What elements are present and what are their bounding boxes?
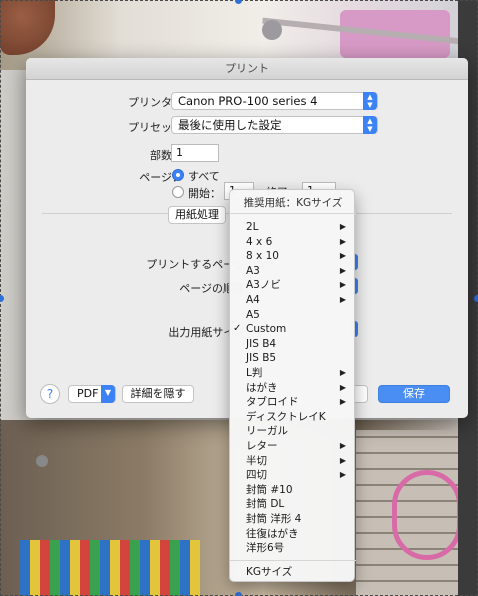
chevron-down-icon: ▼ xyxy=(101,385,115,403)
menu-item-label: はがき xyxy=(246,381,278,394)
submenu-arrow-icon: ▶ xyxy=(339,470,346,480)
menu-item[interactable]: A4 ▶ xyxy=(230,293,356,308)
submenu-arrow-icon: ▶ xyxy=(339,455,346,465)
menu-item[interactable]: リーガル xyxy=(230,424,356,439)
menu-item-label: A5 xyxy=(246,308,260,321)
menu-item-label: 洋形6号 xyxy=(246,542,285,555)
menu-item-label: 4 x 6 xyxy=(246,235,273,248)
menu-item-label: 封筒 洋形 4 xyxy=(246,513,302,525)
menu-item[interactable]: 封筒 #10 xyxy=(230,483,356,498)
submenu-arrow-icon: ▶ xyxy=(339,295,346,304)
menu-item[interactable]: JIS B5 xyxy=(230,351,356,366)
paper-handling-select[interactable]: 用紙処理 xyxy=(168,206,226,224)
menu-item[interactable]: 封筒 洋形 4 xyxy=(230,512,356,527)
submenu-arrow-icon: ▶ xyxy=(339,368,346,377)
menu-item[interactable]: 四切 ▶ xyxy=(230,468,356,483)
menu-item-label: L判 xyxy=(246,367,263,379)
menu-item[interactable]: JIS B4 xyxy=(230,337,356,352)
menu-item[interactable]: L判 ▶ xyxy=(230,366,356,381)
pages-all-radio[interactable] xyxy=(172,169,184,181)
menu-item[interactable]: A3 ▶ xyxy=(230,264,356,279)
submenu-arrow-icon: ▶ xyxy=(339,382,346,392)
submenu-arrow-icon: ▶ xyxy=(339,236,346,246)
submenu-arrow-icon: ▶ xyxy=(339,265,346,275)
pages-all-label: すべて xyxy=(188,170,220,183)
pages-from-label: 開始： xyxy=(188,187,221,200)
pdf-label: PDF xyxy=(77,387,99,400)
hide-details-button[interactable]: 詳細を隠す xyxy=(122,385,194,403)
menu-item-label: 8 x 10 xyxy=(246,250,279,263)
paper-size-menu: 推奨用紙：KGサイズ 2L ▶ 4 x 6 ▶ 8 x 10 ▶ A3 ▶ A3ノビ ▶ A4 ▶ A5… xyxy=(229,189,356,582)
menu-separator xyxy=(230,560,356,561)
menu-item-label: 封筒 DL xyxy=(246,498,285,511)
menu-item[interactable]: タブロイド ▶ xyxy=(230,395,356,410)
menu-item-label: 2L xyxy=(246,221,259,233)
menu-header: 推奨用紙：KGサイズ xyxy=(243,197,343,209)
menu-item-label: A3ノビ xyxy=(246,279,281,292)
menu-item[interactable]: ディスクトレイK xyxy=(230,410,356,425)
submenu-arrow-icon: ▶ xyxy=(339,222,346,231)
menu-item-label: JIS B5 xyxy=(246,352,277,365)
menu-item-label: 半切 xyxy=(246,454,267,467)
menu-item[interactable]: 封筒 DL xyxy=(230,497,356,512)
menu-item[interactable]: 8 x 10 ▶ xyxy=(230,249,356,264)
menu-item-kg-size[interactable]: KGサイズ xyxy=(230,565,356,580)
dialog-title: プリント xyxy=(26,58,468,80)
menu-item[interactable]: 半切 ▶ xyxy=(230,454,356,469)
check-icon: ✓ xyxy=(233,323,242,335)
menu-item-label: リーガル xyxy=(246,425,288,438)
menu-item[interactable]: 4 x 6 ▶ xyxy=(230,235,356,250)
chevron-updown-icon: ▲ ▼ xyxy=(363,92,377,110)
menu-item-label: JIS B4 xyxy=(246,337,277,350)
menu-item[interactable]: レター ▶ xyxy=(230,439,356,454)
submenu-arrow-icon: ▶ xyxy=(339,280,346,290)
preset-select[interactable]: 最後に使用した設定 ▲ ▼ xyxy=(171,116,378,134)
menu-item-label: 往復はがき xyxy=(246,527,299,540)
save-button[interactable]: 保存 xyxy=(378,385,450,403)
printer-value: Canon PRO-100 series 4 xyxy=(178,94,318,108)
chevron-updown-icon: ▲ ▼ xyxy=(363,116,377,134)
menu-item[interactable]: 2L ▶ xyxy=(230,220,356,235)
menu-item[interactable]: A5 xyxy=(230,308,356,323)
menu-item-label: 封筒 #10 xyxy=(246,483,293,496)
copies-field[interactable]: 1 xyxy=(171,144,219,162)
submenu-arrow-icon: ▶ xyxy=(339,251,346,261)
menu-item[interactable]: ✓ Custom xyxy=(230,322,356,337)
menu-item-label: A3 xyxy=(246,264,260,277)
selection-handle-right[interactable] xyxy=(474,295,478,302)
menu-item[interactable]: 洋形6号 xyxy=(230,541,356,556)
menu-item-label: A4 xyxy=(246,294,260,306)
pages-range-radio[interactable] xyxy=(172,186,184,198)
menu-item[interactable]: 往復はがき xyxy=(230,527,356,542)
menu-item[interactable]: はがき ▶ xyxy=(230,381,356,396)
menu-separator xyxy=(230,213,356,214)
submenu-arrow-icon: ▶ xyxy=(339,441,346,450)
pdf-menu-button[interactable]: PDF ▼ xyxy=(68,385,116,403)
menu-item-label: レター xyxy=(246,440,278,452)
menu-item[interactable]: A3ノビ ▶ xyxy=(230,278,356,293)
printer-select[interactable]: Canon PRO-100 series 4 ▲ ▼ xyxy=(171,92,378,110)
menu-item-label: 四切 xyxy=(246,469,267,482)
selection-handle-bottom[interactable] xyxy=(235,592,242,596)
help-button[interactable]: ? xyxy=(40,384,60,404)
preset-value: 最後に使用した設定 xyxy=(178,118,282,132)
menu-item-label: タブロイド xyxy=(246,396,299,409)
submenu-arrow-icon: ▶ xyxy=(339,397,346,407)
menu-item-label: Custom xyxy=(246,323,287,336)
menu-item-label: ディスクトレイK xyxy=(246,410,326,423)
